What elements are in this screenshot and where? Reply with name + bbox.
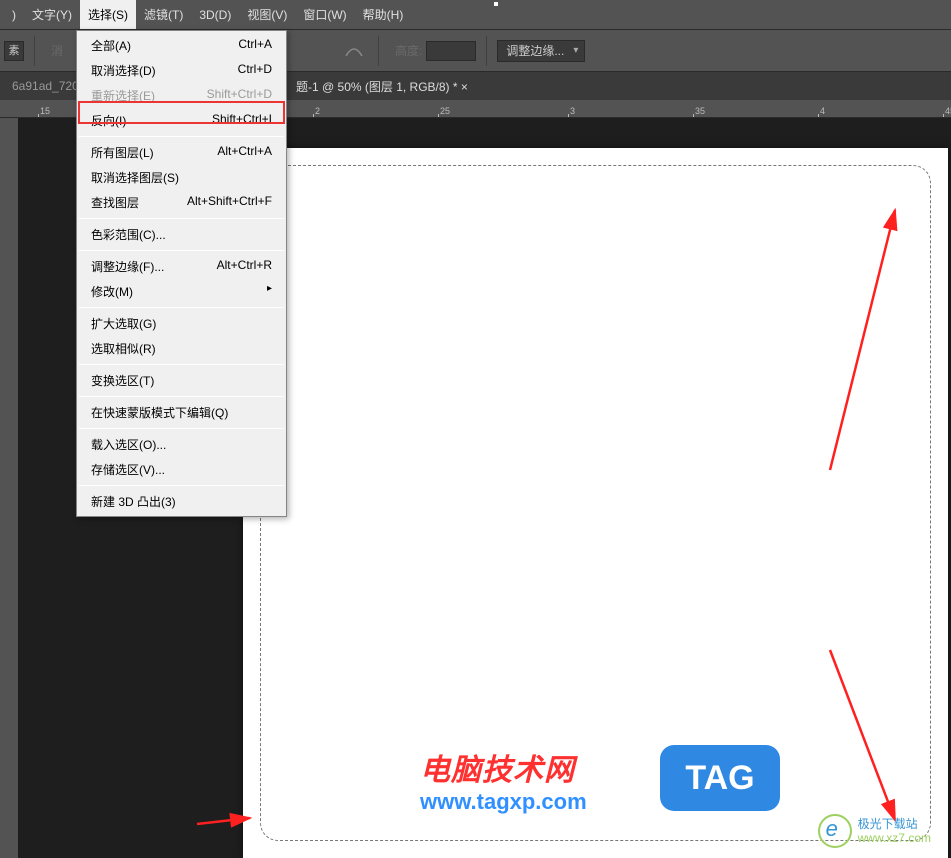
menu-separator bbox=[79, 364, 284, 365]
menu-separator bbox=[79, 396, 284, 397]
watermark-url: www.tagxp.com bbox=[420, 789, 587, 815]
document-canvas[interactable] bbox=[243, 148, 948, 858]
menu-refine-edge[interactable]: 调整边缘(F)...Alt+Ctrl+R bbox=[77, 254, 286, 279]
menu-item-view[interactable]: 视图(V) bbox=[239, 0, 295, 29]
tool-clear-label: 消 bbox=[51, 42, 63, 59]
menu-modify[interactable]: 修改(M) bbox=[77, 279, 286, 304]
tag-badge: TAG bbox=[660, 745, 780, 811]
menu-item-window[interactable]: 窗口(W) bbox=[295, 0, 354, 29]
menu-item-help[interactable]: 帮助(H) bbox=[355, 0, 412, 29]
menu-new-3d-extrusion[interactable]: 新建 3D 凸出(3) bbox=[77, 489, 286, 514]
xz7-logo-icon bbox=[818, 814, 852, 848]
menu-load-selection[interactable]: 载入选区(O)... bbox=[77, 432, 286, 457]
menu-color-range[interactable]: 色彩范围(C)... bbox=[77, 222, 286, 247]
ruler-tick: 35 bbox=[695, 106, 705, 116]
menu-item-select[interactable]: 选择(S) bbox=[80, 0, 136, 29]
menu-reselect: 重新选择(E)Shift+Ctrl+D bbox=[77, 83, 286, 108]
altitude-input[interactable] bbox=[426, 41, 476, 61]
menu-separator bbox=[79, 218, 284, 219]
menu-select-all[interactable]: 全部(A)Ctrl+A bbox=[77, 33, 286, 58]
marquee-selection bbox=[260, 165, 931, 841]
vertical-ruler bbox=[0, 118, 18, 858]
menu-separator bbox=[79, 307, 284, 308]
document-tab-active[interactable]: 题-1 @ 50% (图层 1, RGB/8) * × bbox=[296, 78, 468, 95]
watermark-text: 电脑技术网 bbox=[420, 745, 587, 789]
toolbar-separator bbox=[486, 36, 487, 66]
toolbar-separator bbox=[378, 36, 379, 66]
ruler-tick: 25 bbox=[440, 106, 450, 116]
menu-find-layers[interactable]: 查找图层Alt+Shift+Ctrl+F bbox=[77, 190, 286, 215]
menu-separator bbox=[79, 136, 284, 137]
ruler-tick: 2 bbox=[315, 106, 320, 116]
menu-deselect-layers[interactable]: 取消选择图层(S) bbox=[77, 165, 286, 190]
select-dropdown-menu: 全部(A)Ctrl+A 取消选择(D)Ctrl+D 重新选择(E)Shift+C… bbox=[76, 30, 287, 517]
menu-all-layers[interactable]: 所有图层(L)Alt+Ctrl+A bbox=[77, 140, 286, 165]
menu-separator bbox=[79, 250, 284, 251]
watermark-xz7: 极光下载站 www.xz7.com bbox=[818, 814, 931, 848]
toolbar-separator bbox=[34, 36, 35, 66]
ruler-tick: 15 bbox=[40, 106, 50, 116]
menu-transform-selection[interactable]: 变换选区(T) bbox=[77, 368, 286, 393]
menu-deselect[interactable]: 取消选择(D)Ctrl+D bbox=[77, 58, 286, 83]
menu-separator bbox=[79, 428, 284, 429]
refine-edges-button[interactable]: 调整边缘... bbox=[497, 40, 585, 62]
altitude-label: 高度: bbox=[395, 42, 422, 59]
menu-bar: ) 文字(Y) 选择(S) 滤镜(T) 3D(D) 视图(V) 窗口(W) 帮助… bbox=[0, 0, 951, 30]
menu-item-filter[interactable]: 滤镜(T) bbox=[136, 0, 191, 29]
menu-grow[interactable]: 扩大选取(G) bbox=[77, 311, 286, 336]
menu-item-3d[interactable]: 3D(D) bbox=[191, 2, 239, 28]
ruler-tick: 45 bbox=[945, 106, 951, 116]
arc-icon[interactable] bbox=[340, 37, 368, 65]
ruler-tick: 3 bbox=[570, 106, 575, 116]
menu-inverse[interactable]: 反向(I)Shift+Ctrl+I bbox=[77, 108, 286, 133]
menu-item-partial[interactable]: ) bbox=[4, 2, 24, 28]
title-bar-marker bbox=[494, 2, 498, 6]
menu-item-text[interactable]: 文字(Y) bbox=[24, 0, 80, 29]
menu-separator bbox=[79, 485, 284, 486]
menu-similar[interactable]: 选取相似(R) bbox=[77, 336, 286, 361]
menu-save-selection[interactable]: 存储选区(V)... bbox=[77, 457, 286, 482]
ruler-tick: 4 bbox=[820, 106, 825, 116]
watermark2-name: 极光下载站 bbox=[858, 817, 931, 831]
tool-field-1[interactable]: 素 bbox=[4, 41, 24, 61]
watermark2-url: www.xz7.com bbox=[858, 831, 931, 845]
watermark-tagxp: 电脑技术网 www.tagxp.com bbox=[420, 745, 587, 815]
menu-quick-mask[interactable]: 在快速蒙版模式下编辑(Q) bbox=[77, 400, 286, 425]
